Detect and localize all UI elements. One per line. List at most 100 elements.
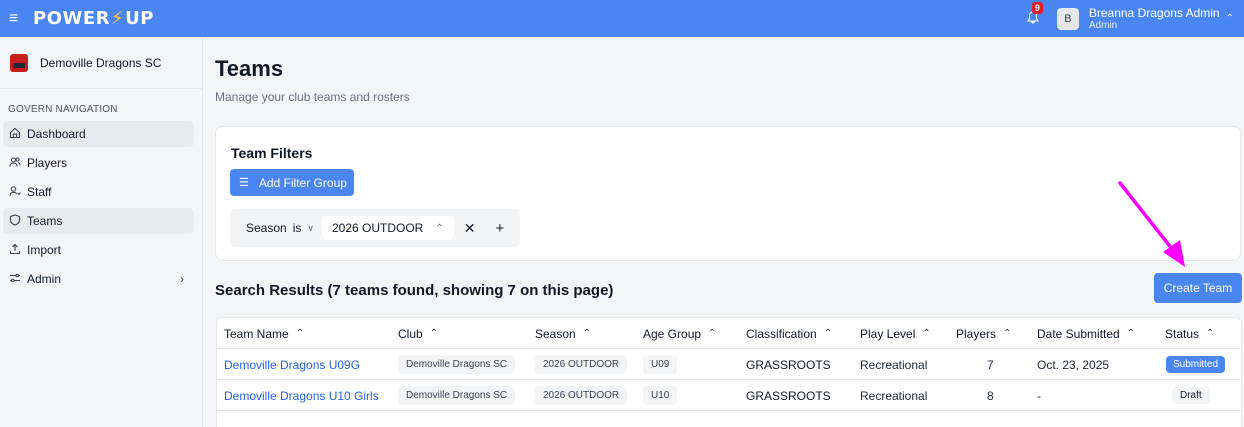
season-pill: 2026 OUTDOOR (535, 386, 628, 405)
bolt-icon: ⚡ (111, 8, 125, 29)
sort-icon: ⌃ (582, 328, 592, 339)
team-name-link[interactable]: Demoville Dragons U10 Girls (224, 380, 379, 411)
table-row[interactable]: Demoville Dragons U09G Demoville Dragons… (217, 349, 1241, 380)
sidebar-item-admin[interactable]: Admin › (3, 266, 194, 292)
column-label: Play Level (860, 326, 916, 341)
search-results-title: Search Results (7 teams found, showing 7… (215, 282, 614, 299)
club-pill: Demoville Dragons SC (398, 386, 516, 405)
nav-heading: GOVERN NAVIGATION (8, 104, 118, 115)
column-header-date-submitted[interactable]: Date Submitted ⌃ (1037, 318, 1135, 349)
club-switcher[interactable]: Demoville Dragons SC (0, 37, 202, 89)
sidebar-item-dashboard[interactable]: Dashboard (3, 121, 194, 147)
age-cell: U10 (643, 380, 678, 411)
column-header-classification[interactable]: Classification ⌃ (746, 318, 832, 349)
club-name: Demoville Dragons SC (40, 55, 162, 70)
club-cell: Demoville Dragons SC (398, 380, 516, 411)
players-cell: 8 (987, 388, 994, 403)
players-cell: 7 (987, 357, 994, 372)
sidebar-item-label: Staff (27, 185, 52, 199)
table-row[interactable] (217, 411, 1241, 427)
column-header-team-name[interactable]: Team Name ⌃ (224, 318, 304, 349)
chevron-right-icon: › (180, 272, 184, 286)
top-bar: ≡ POWER ⚡ UP 9 B Breanna Dragons Admin Adm… (0, 0, 1244, 37)
add-filter-group-label: Add Filter Group (258, 175, 347, 190)
column-header-club[interactable]: Club ⌃ (398, 318, 438, 349)
sidebar-item-import[interactable]: Import (3, 237, 194, 263)
column-label: Age Group (643, 326, 702, 341)
sort-icon: ⌃ (1126, 328, 1136, 339)
create-team-button[interactable]: Create Team (1154, 273, 1242, 303)
status-badge: Draft (1172, 387, 1210, 404)
user-menu[interactable]: Breanna Dragons Admin Admin (1089, 6, 1220, 32)
sort-icon: ⌃ (1206, 328, 1215, 339)
column-header-season[interactable]: Season ⌃ (535, 318, 591, 349)
column-label: Status (1165, 326, 1200, 341)
club-logo-icon (10, 53, 28, 72)
column-header-play-level[interactable]: Play Level ⌃ (860, 318, 931, 349)
avatar[interactable]: B (1056, 7, 1079, 30)
upload-icon (8, 243, 21, 258)
sort-icon: ⌃ (1003, 328, 1012, 339)
column-header-age-group[interactable]: Age Group ⌃ (643, 318, 716, 349)
play-level-cell: Recreational (860, 357, 928, 372)
club-pill: Demoville Dragons SC (398, 355, 516, 374)
filter-value-select[interactable]: 2026 OUTDOOR ⌃ (321, 216, 454, 240)
filter-field-select[interactable]: Season (246, 221, 287, 235)
season-pill: 2026 OUTDOOR (535, 355, 628, 374)
filter-operator-select[interactable]: is (293, 221, 302, 235)
sidebar-item-label: Teams (27, 214, 63, 228)
status-cell: Submitted (1166, 349, 1226, 380)
team-name-link[interactable]: Demoville Dragons U09G (224, 349, 360, 380)
sidebar-item-players[interactable]: Players (3, 150, 194, 176)
column-label: Players (956, 326, 997, 341)
brand-text-left: POWER (33, 8, 111, 29)
age-pill: U10 (643, 386, 678, 405)
filter-value-label: 2026 OUTDOOR (331, 221, 424, 235)
sidebar-item-label: Players (27, 156, 68, 170)
page-subtitle: Manage your club teams and rosters (215, 90, 410, 104)
staff-icon (8, 185, 21, 200)
settings-icon (8, 272, 21, 287)
sidebar-item-label: Import (27, 243, 62, 257)
teams-table: Team Name ⌃ Club ⌃ Season ⌃ Age Group ⌃ Clas… (216, 317, 1242, 427)
classification-cell: GRASSROOTS (746, 388, 831, 403)
sidebar-item-label: Dashboard (27, 127, 86, 141)
sort-icon: ⌃ (295, 328, 305, 339)
filter-group: Season is ∨ 2026 OUTDOOR ⌃ ✕ + (230, 209, 520, 247)
filters-title: Team Filters (231, 145, 313, 161)
status-badge: Submitted (1166, 356, 1226, 373)
sort-icon: ⌃ (823, 328, 833, 339)
remove-filter-icon[interactable]: ✕ (464, 220, 476, 237)
add-filter-icon[interactable]: + (495, 220, 504, 237)
notification-bell-icon[interactable]: 9 (1026, 1, 1043, 27)
sidebar-item-staff[interactable]: Staff (3, 179, 194, 205)
season-cell: 2026 OUTDOOR (535, 349, 628, 380)
chevron-down-icon[interactable]: ∨ (307, 223, 314, 234)
chevron-updown-icon: ⌃ (435, 222, 444, 234)
table-row[interactable]: Demoville Dragons U10 Girls Demoville Dr… (217, 380, 1241, 411)
brand-logo[interactable]: POWER ⚡ UP (33, 8, 154, 29)
notification-count-badge: 9 (1031, 1, 1043, 14)
age-pill: U09 (643, 355, 678, 374)
age-cell: U09 (643, 349, 678, 380)
club-cell: Demoville Dragons SC (398, 349, 516, 380)
column-header-players[interactable]: Players ⌃ (956, 318, 1011, 349)
user-name: Breanna Dragons Admin (1088, 5, 1220, 20)
column-label: Season (535, 326, 576, 341)
add-filter-group-button[interactable]: ☰ Add Filter Group (230, 169, 354, 196)
brand-text-right: UP (125, 8, 154, 29)
shield-icon (8, 213, 21, 229)
sidebar-item-label: Admin (27, 272, 62, 286)
column-label: Date Submitted (1037, 326, 1120, 341)
date-cell: - (1037, 388, 1041, 403)
column-label: Team Name (224, 326, 289, 341)
sidebar-item-teams[interactable]: Teams (3, 208, 194, 234)
sort-icon: ⌃ (708, 328, 717, 339)
table-header-row: Team Name ⌃ Club ⌃ Season ⌃ Age Group ⌃ Clas… (217, 318, 1241, 349)
page-title: Teams (215, 56, 284, 81)
classification-cell: GRASSROOTS (746, 357, 831, 372)
column-header-status[interactable]: Status ⌃ (1165, 318, 1214, 349)
menu-icon[interactable]: ≡ (9, 10, 23, 28)
chevron-updown-icon[interactable]: ⌃ (1226, 13, 1234, 24)
sliders-icon: ☰ (239, 177, 249, 189)
